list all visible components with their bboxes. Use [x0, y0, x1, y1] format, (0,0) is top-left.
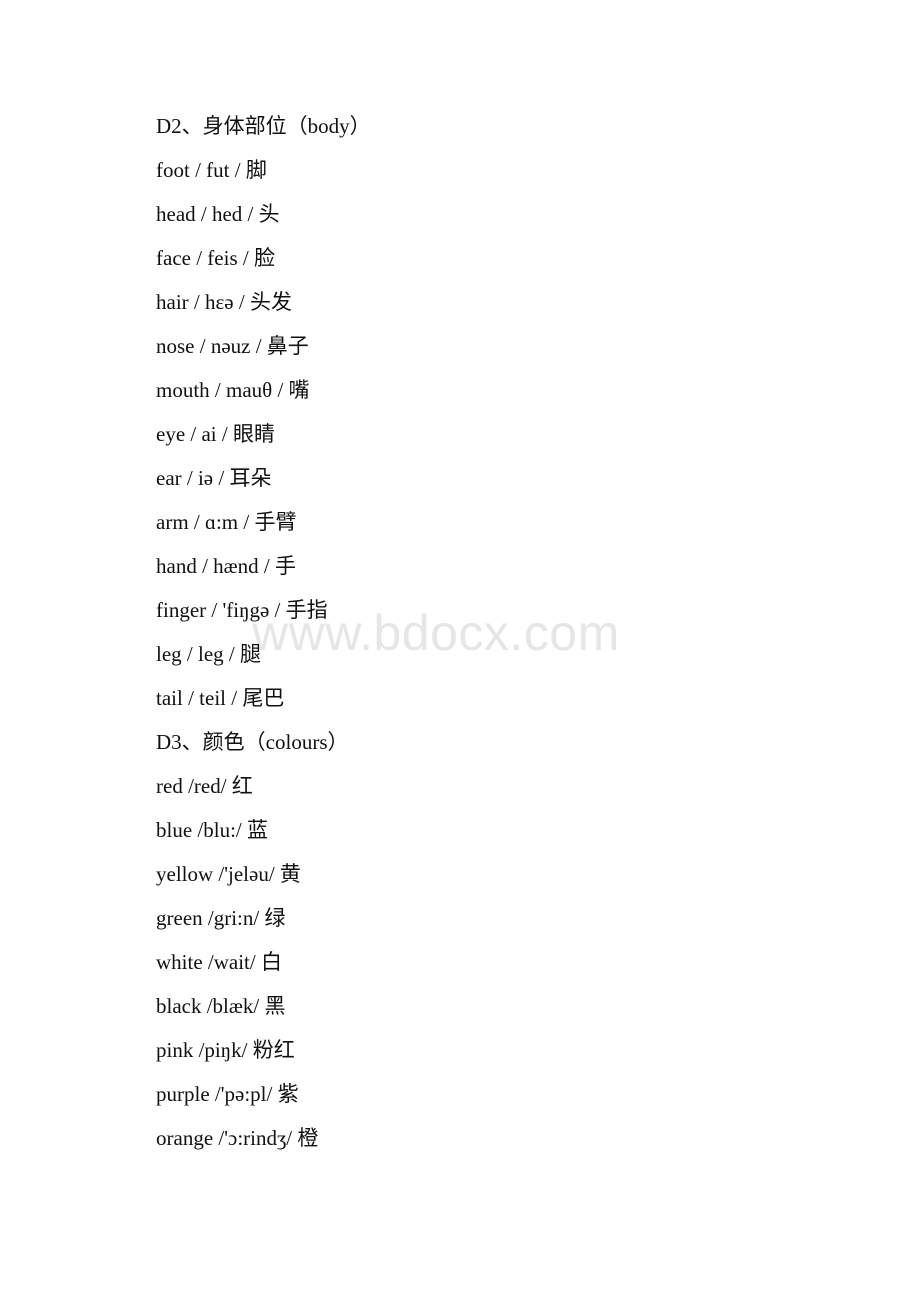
vocab-entry: purple /'pə:pl/ 紫: [156, 1082, 299, 1106]
vocab-entry: tail / teil / 尾巴: [156, 686, 285, 710]
vocab-entry: nose / nəuz / 鼻子: [156, 334, 309, 358]
vocab-entry: white /wait/ 白: [156, 950, 282, 974]
vocab-entry: hand / hænd / 手: [156, 554, 296, 578]
document-body: D2、身体部位（body） foot / fut / 脚 head / hed …: [156, 104, 880, 1160]
section-heading-colours: D3、颜色（colours）: [156, 730, 349, 754]
vocab-entry: yellow /'jeləu/ 黄: [156, 862, 301, 886]
vocab-entry: arm / ɑ:m / 手臂: [156, 510, 297, 534]
vocab-entry: ear / iə / 耳朵: [156, 466, 272, 490]
document-page: www.bdocx.com D2、身体部位（body） foot / fut /…: [0, 0, 920, 1302]
vocab-entry: orange /'ɔ:rindʒ/ 橙: [156, 1126, 319, 1150]
section-heading-body: D2、身体部位（body）: [156, 114, 371, 138]
vocab-entry: eye / ai / 眼睛: [156, 422, 275, 446]
vocab-entry: blue /blu:/ 蓝: [156, 818, 268, 842]
vocab-entry: mouth / mauθ / 嘴: [156, 378, 310, 402]
vocab-entry: red /red/ 红: [156, 774, 253, 798]
vocab-entry: foot / fut / 脚: [156, 158, 267, 182]
vocab-entry: pink /piŋk/ 粉红: [156, 1038, 295, 1062]
vocab-entry: black /blæk/ 黑: [156, 994, 286, 1018]
vocab-entry: leg / leg / 腿: [156, 642, 261, 666]
vocab-entry: head / hed / 头: [156, 202, 280, 226]
vocab-entry: finger / 'fiŋgə / 手指: [156, 598, 328, 622]
vocab-entry: green /gri:n/ 绿: [156, 906, 286, 930]
vocab-entry: hair / hɛə / 头发: [156, 290, 292, 314]
vocab-entry: face / feis / 脸: [156, 246, 275, 270]
